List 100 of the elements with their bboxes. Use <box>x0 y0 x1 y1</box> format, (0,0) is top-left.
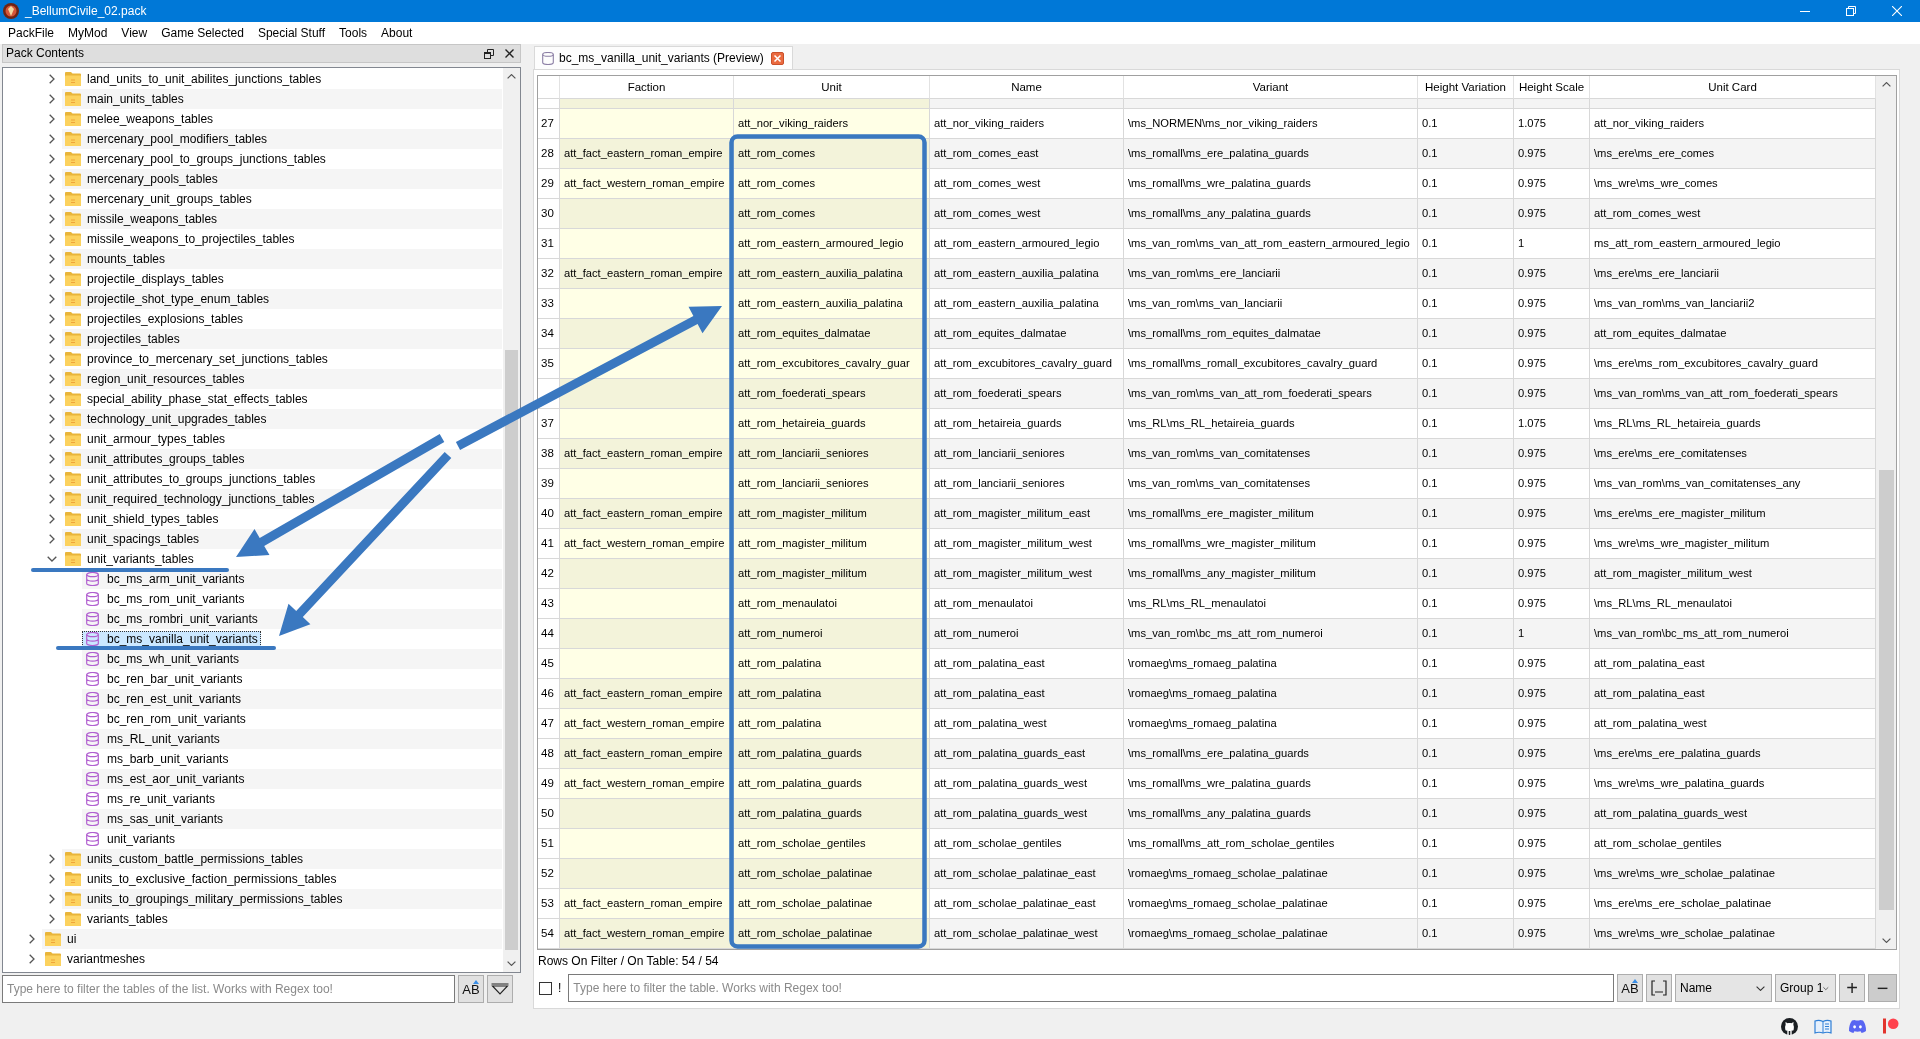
chevron-right-icon[interactable] <box>49 434 55 444</box>
chevron-right-icon[interactable] <box>29 954 35 964</box>
remove-button[interactable]: − <box>1868 974 1897 1002</box>
tree-item[interactable]: mercenary_pool_modifiers_tables <box>62 131 271 147</box>
tree-item[interactable]: ms_sas_unit_variants <box>82 811 227 827</box>
chevron-right-icon[interactable] <box>49 254 55 264</box>
chevron-right-icon[interactable] <box>49 274 55 284</box>
scrollbar[interactable] <box>1876 76 1896 949</box>
tree-item[interactable]: units_custom_battle_permissions_tables <box>62 851 307 867</box>
cat-logo-icon[interactable] <box>1781 1017 1798 1035</box>
tree-item[interactable]: bc_ms_vanilla_unit_variants <box>82 631 261 647</box>
tree-item[interactable]: technology_unit_upgrades_tables <box>62 411 270 427</box>
tree-item[interactable]: ms_est_aor_unit_variants <box>82 771 248 787</box>
chevron-right-icon[interactable] <box>49 874 55 884</box>
scrollbar-thumb[interactable] <box>1878 470 1894 910</box>
tree-item[interactable]: missile_weapons_to_projectiles_tables <box>62 231 298 247</box>
menu-item[interactable]: View <box>114 23 155 43</box>
tree-item[interactable]: unit_spacings_tables <box>62 531 203 547</box>
tree-item[interactable]: bc_ren_est_unit_variants <box>82 691 245 707</box>
chevron-right-icon[interactable] <box>49 94 55 104</box>
chevron-up-icon[interactable] <box>1881 82 1891 87</box>
menu-item[interactable]: MyMod <box>61 23 115 43</box>
scrollbar-thumb[interactable] <box>505 350 518 950</box>
chevron-up-icon[interactable] <box>507 74 516 79</box>
gamepad-icon[interactable] <box>1848 1019 1867 1033</box>
chevron-right-icon[interactable] <box>49 514 55 524</box>
tree-item[interactable]: projectile_displays_tables <box>62 271 227 287</box>
chevron-right-icon[interactable] <box>49 234 55 244</box>
tree-item[interactable]: projectiles_tables <box>62 331 183 347</box>
dot-and-bar-icon[interactable] <box>1883 1018 1899 1034</box>
column-combobox[interactable]: Name <box>1675 974 1772 1002</box>
group-combobox[interactable]: Group 1 <box>1775 974 1836 1002</box>
chevron-right-icon[interactable] <box>49 374 55 384</box>
tree-item[interactable]: bc_ms_rom_unit_variants <box>82 591 248 607</box>
book-icon[interactable] <box>1814 1018 1832 1034</box>
menu-item[interactable]: Tools <box>332 23 375 43</box>
float-icon[interactable] <box>484 48 494 59</box>
tree-item[interactable]: unit_required_technology_junctions_tables <box>62 491 318 507</box>
chevron-right-icon[interactable] <box>49 74 55 84</box>
invert-checkbox[interactable] <box>539 981 552 995</box>
chevron-right-icon[interactable] <box>49 214 55 224</box>
dropdown-button[interactable] <box>487 975 513 1003</box>
tree-item[interactable]: ms_RL_unit_variants <box>82 731 223 747</box>
chevron-right-icon[interactable] <box>49 914 55 924</box>
chevron-right-icon[interactable] <box>49 474 55 484</box>
tree-item[interactable]: land_units_to_unit_abilites_junctions_tables <box>62 71 325 87</box>
chevron-right-icon[interactable] <box>49 354 55 364</box>
tree-item[interactable]: unit_shield_types_tables <box>62 511 222 527</box>
chevron-right-icon[interactable] <box>49 294 55 304</box>
case-sensitive-button[interactable]: AB <box>1617 974 1643 1002</box>
tree-item[interactable]: units_to_exclusive_faction_permissions_tables <box>62 871 340 887</box>
tree-item[interactable]: projectile_shot_type_enum_tables <box>62 291 273 307</box>
close-icon[interactable] <box>505 49 514 58</box>
filter-field[interactable]: Type here to filter the tables of the list. Works with Regex too! <box>2 975 455 1003</box>
chevron-right-icon[interactable] <box>49 494 55 504</box>
tree-item[interactable]: unit_armour_types_tables <box>62 431 229 447</box>
tab[interactable]: bc_ms_vanilla_unit_variants (Preview) <box>534 46 793 69</box>
tree-item[interactable]: region_unit_resources_tables <box>62 371 248 387</box>
chevron-right-icon[interactable] <box>49 134 55 144</box>
chevron-down-icon[interactable] <box>47 556 57 562</box>
tree-item[interactable]: bc_ms_wh_unit_variants <box>82 651 243 667</box>
tree-item[interactable]: bc_ms_rombri_unit_variants <box>82 611 261 627</box>
add-button[interactable]: + <box>1839 974 1865 1002</box>
chevron-right-icon[interactable] <box>49 174 55 184</box>
tree-item[interactable]: special_ability_phase_stat_effects_tables <box>62 391 311 407</box>
chevron-right-icon[interactable] <box>49 394 55 404</box>
tree-item[interactable]: missile_weapons_tables <box>62 211 221 227</box>
scrollbar[interactable] <box>503 68 520 972</box>
chevron-down-icon[interactable] <box>507 961 516 966</box>
menu-item[interactable]: PackFile <box>1 23 61 43</box>
tree-item[interactable]: bc_ms_arm_unit_variants <box>82 571 248 587</box>
chevron-right-icon[interactable] <box>29 934 35 944</box>
tree-item[interactable]: units_to_groupings_military_permissions_tables <box>62 891 346 907</box>
tree-item[interactable]: mercenary_unit_groups_tables <box>62 191 255 207</box>
tree-item[interactable]: unit_variants_tables <box>62 551 197 567</box>
tab-close-button[interactable] <box>770 51 784 65</box>
chevron-right-icon[interactable] <box>49 114 55 124</box>
chevron-right-icon[interactable] <box>49 414 55 424</box>
case-sensitive-button[interactable]: AB <box>458 975 484 1003</box>
tree-item[interactable]: ms_barb_unit_variants <box>82 751 232 767</box>
tree-item[interactable]: unit_attributes_groups_tables <box>62 451 248 467</box>
chevron-right-icon[interactable] <box>49 154 55 164</box>
tree-item[interactable]: main_units_tables <box>62 91 187 107</box>
menu-item[interactable]: Game Selected <box>154 23 251 43</box>
tree-item[interactable]: variants_tables <box>62 911 171 927</box>
tree-item[interactable]: unit_attributes_to_groups_junctions_tables <box>62 471 319 487</box>
tree-item[interactable]: mercenary_pools_tables <box>62 171 221 187</box>
chevron-down-icon[interactable] <box>1881 938 1891 943</box>
tree-item[interactable]: ui <box>42 931 80 947</box>
chevron-right-icon[interactable] <box>49 534 55 544</box>
chevron-right-icon[interactable] <box>49 894 55 904</box>
tree-item[interactable]: bc_ren_rom_unit_variants <box>82 711 249 727</box>
tree-item[interactable]: mounts_tables <box>62 251 169 267</box>
tree-item[interactable]: mercenary_pool_to_groups_junctions_tables <box>62 151 329 167</box>
tree-item[interactable]: unit_variants <box>82 831 179 847</box>
chevron-right-icon[interactable] <box>49 854 55 864</box>
chevron-right-icon[interactable] <box>49 454 55 464</box>
tree-item[interactable]: melee_weapons_tables <box>62 111 217 127</box>
tree-item[interactable]: variantmeshes <box>42 951 149 967</box>
toggle-button[interactable] <box>1646 974 1672 1002</box>
